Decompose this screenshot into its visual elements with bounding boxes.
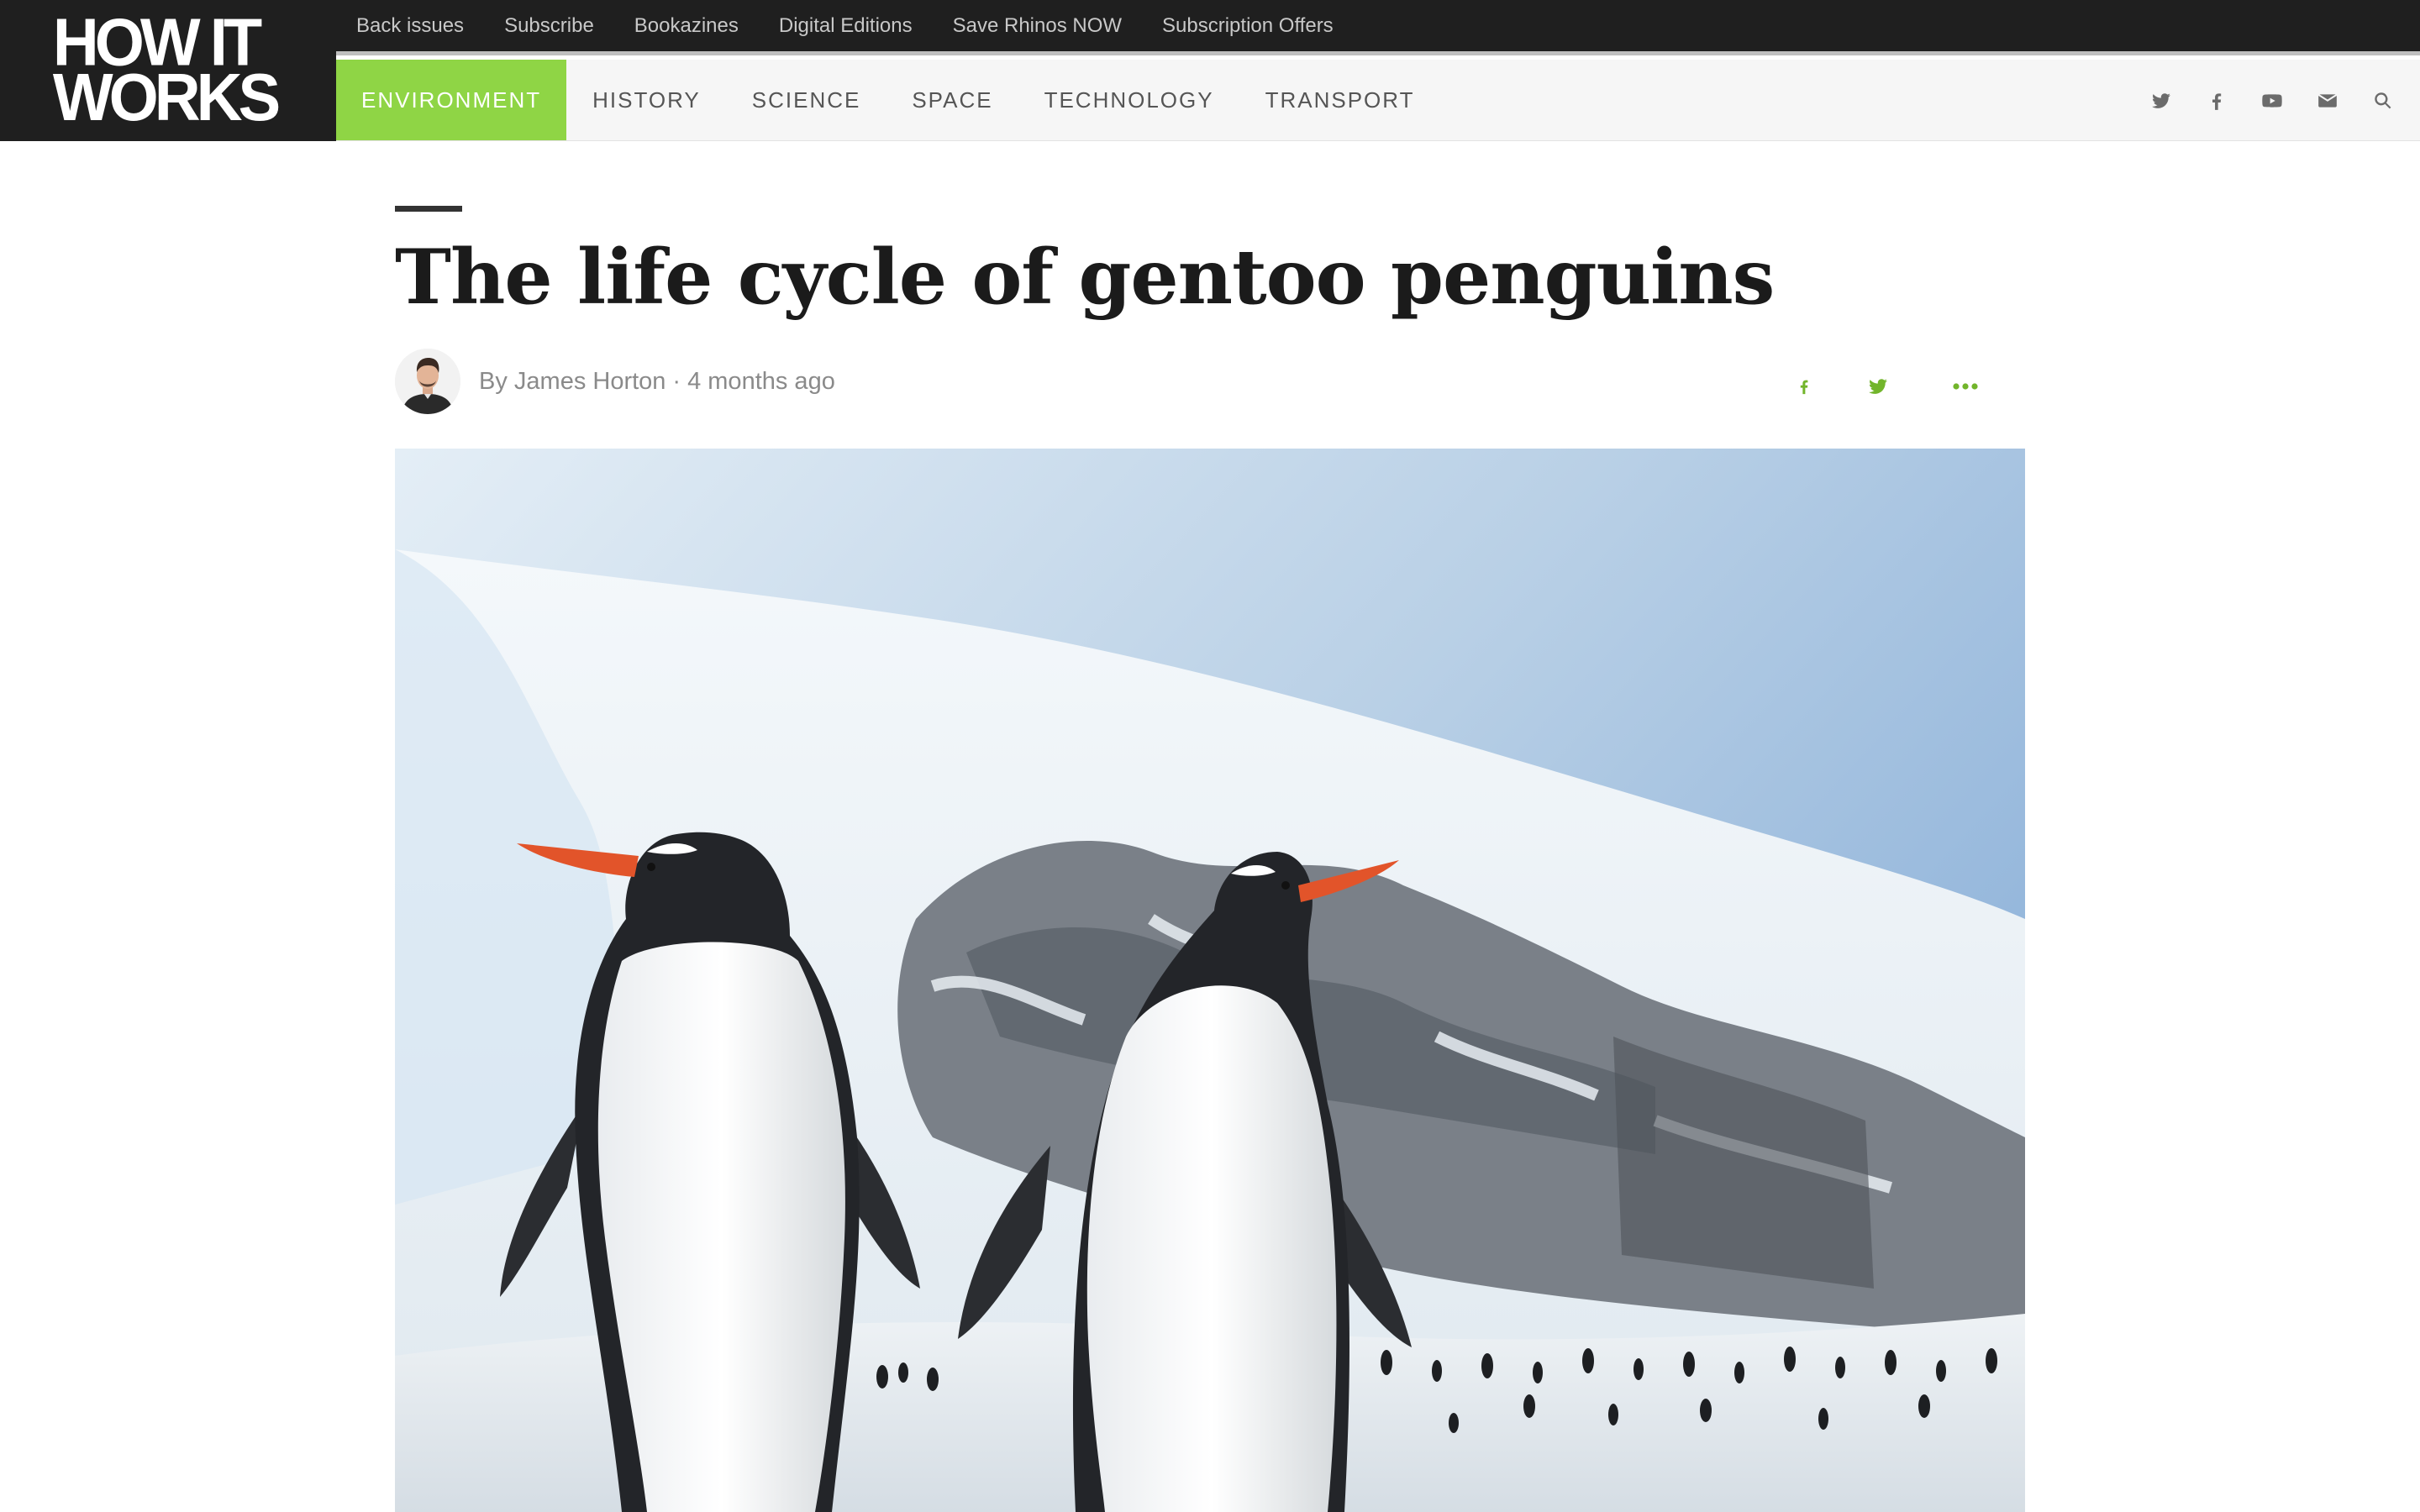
tab-space[interactable]: SPACE bbox=[886, 60, 1018, 140]
twitter-icon[interactable] bbox=[2149, 89, 2173, 113]
share-more-button[interactable] bbox=[1951, 372, 1980, 401]
facebook-icon[interactable] bbox=[2205, 89, 2228, 113]
author-name-link[interactable]: James Horton bbox=[514, 368, 666, 395]
nav-bookazines[interactable]: Bookazines bbox=[634, 14, 739, 38]
tab-environment[interactable]: ENVIRONMENT bbox=[336, 60, 567, 140]
byline-prefix: By bbox=[479, 367, 508, 395]
category-nav: ENVIRONMENT HISTORY SCIENCE SPACE TECHNO… bbox=[336, 60, 2420, 141]
share-buttons bbox=[1790, 361, 1980, 412]
share-facebook-button[interactable] bbox=[1790, 372, 1818, 401]
nav-digital-editions[interactable]: Digital Editions bbox=[779, 14, 913, 38]
article-title: The life cycle of gentoo penguins bbox=[395, 233, 1775, 322]
email-icon[interactable] bbox=[2316, 89, 2339, 113]
nav-save-rhinos[interactable]: Save Rhinos NOW bbox=[953, 14, 1122, 38]
publish-time: 4 months ago bbox=[687, 367, 835, 395]
header-social-links bbox=[2149, 60, 2395, 141]
site-logo[interactable]: HOW IT WORKS bbox=[0, 0, 336, 141]
logo-wordmark: HOW IT WORKS bbox=[52, 9, 281, 135]
author-avatar[interactable] bbox=[395, 349, 460, 414]
nav-subscription-offers[interactable]: Subscription Offers bbox=[1162, 14, 1334, 38]
logo-line-2: WORKS bbox=[52, 60, 281, 135]
top-utility-nav: Back issues Subscribe Bookazines Digital… bbox=[336, 0, 2420, 55]
tab-science[interactable]: SCIENCE bbox=[727, 60, 886, 140]
twitter-icon bbox=[1869, 379, 1887, 394]
nav-subscribe[interactable]: Subscribe bbox=[504, 14, 594, 38]
facebook-icon bbox=[1800, 380, 1808, 395]
youtube-icon[interactable] bbox=[2260, 89, 2284, 113]
nav-back-issues[interactable]: Back issues bbox=[356, 14, 464, 38]
tab-history[interactable]: HISTORY bbox=[567, 60, 726, 140]
title-accent-rule bbox=[395, 206, 462, 212]
tab-technology[interactable]: TECHNOLOGY bbox=[1019, 60, 1239, 140]
article-byline: By James Horton · 4 months ago bbox=[395, 346, 835, 417]
search-icon[interactable] bbox=[2371, 89, 2395, 113]
byline-separator: · bbox=[672, 367, 681, 395]
hero-image-gentoo-penguins bbox=[395, 449, 2025, 1512]
tab-transport[interactable]: TRANSPORT bbox=[1240, 60, 1440, 140]
byline-text: By James Horton · 4 months ago bbox=[479, 368, 835, 396]
share-twitter-button[interactable] bbox=[1864, 372, 1892, 401]
more-icon bbox=[1953, 383, 1978, 390]
